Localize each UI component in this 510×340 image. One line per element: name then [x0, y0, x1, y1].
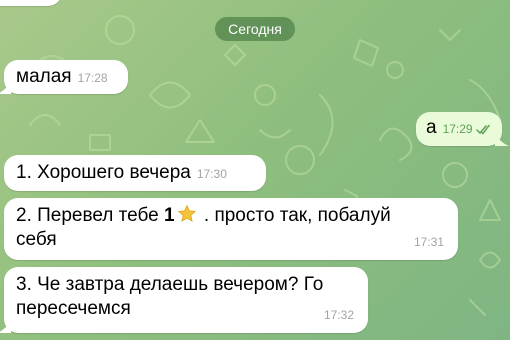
message-bubble-incoming[interactable]: 2. Перевел тебе 1 . просто так, побалуй … [4, 198, 458, 260]
message-text: а [426, 117, 437, 138]
double-check-read-icon [475, 124, 490, 135]
message-bubble-incoming[interactable]: малая 17:28 [0, 60, 128, 94]
message-bubble-outgoing[interactable]: а 17:29 [416, 112, 509, 146]
star-icon [177, 204, 196, 222]
bubble-tail [0, 80, 11, 94]
bubble-tail [0, 319, 11, 333]
star-amount: 1 [164, 205, 175, 226]
message-time: 17:32 [323, 308, 354, 322]
message-text-line1: 3. Че завтра делаешь вечером? Го [16, 274, 324, 295]
message-text: 2. Перевел тебе [16, 205, 165, 226]
message-bubble-incoming[interactable]: 1. Хорошего вечера 17:30 [4, 155, 266, 191]
message-text-line1: 2. Перевел тебе 1 . просто так, побалуй [16, 204, 448, 228]
message-text-line2: пересечемся [16, 298, 131, 319]
message-text-line2: себя [16, 229, 57, 250]
bubble-tail [495, 132, 509, 146]
message-text: . просто так, побалуй [198, 205, 391, 226]
message-time: 17:31 [413, 235, 444, 249]
message-time: 17:28 [77, 71, 108, 85]
message-time: 17:29 [442, 122, 473, 136]
message-text: малая [16, 66, 72, 87]
date-badge: Сегодня [215, 17, 295, 41]
message-time: 17:30 [196, 167, 227, 181]
message-bubble-partial[interactable] [0, 0, 62, 6]
message-text: 1. Хорошего вечера [16, 162, 191, 183]
message-bubble-incoming[interactable]: 3. Че завтра делаешь вечером? Го пересеч… [0, 267, 368, 333]
